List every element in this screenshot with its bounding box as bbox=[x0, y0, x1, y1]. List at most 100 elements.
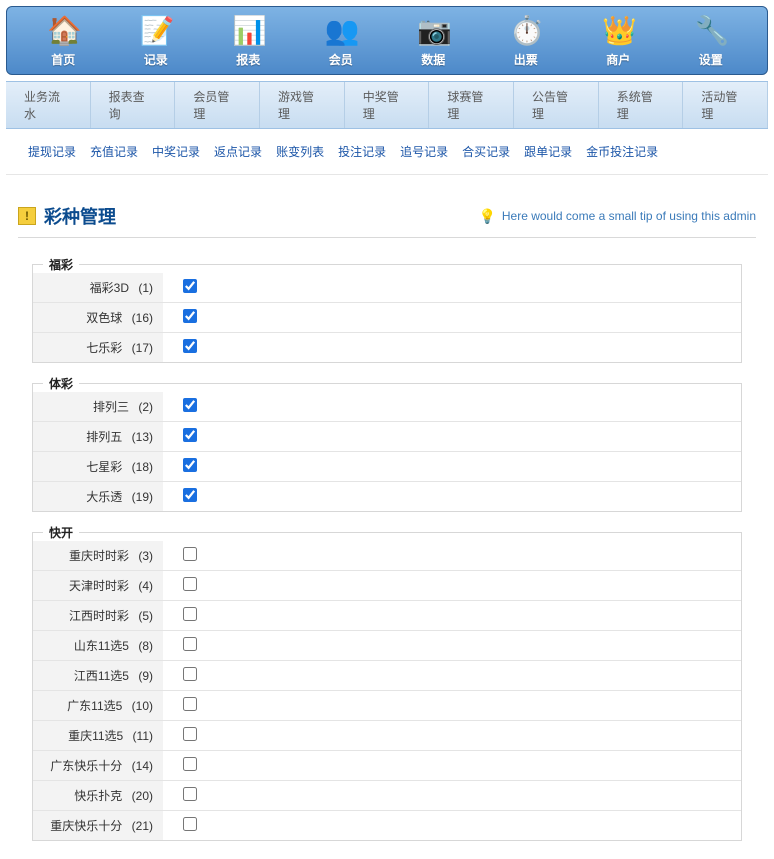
submenu-item-8[interactable]: 活动管理 bbox=[683, 82, 768, 128]
topnav-label: 报表 bbox=[236, 53, 260, 67]
subnav-link-7[interactable]: 合买记录 bbox=[462, 145, 510, 159]
lottery-row: 七星彩 (18) bbox=[33, 451, 741, 481]
topnav-item-2[interactable]: 📊报表 bbox=[208, 15, 288, 68]
lottery-row: 重庆时时彩 (3) bbox=[33, 541, 741, 570]
lottery-checkbox[interactable] bbox=[183, 787, 197, 801]
page-header: ! 彩种管理 💡 Here would come a small tip of … bbox=[18, 203, 756, 229]
lottery-row: 七乐彩 (17) bbox=[33, 332, 741, 362]
lottery-checkbox[interactable] bbox=[183, 488, 197, 502]
submenu-item-6[interactable]: 公告管理 bbox=[514, 82, 599, 128]
subnav-link-2[interactable]: 中奖记录 bbox=[152, 145, 200, 159]
lottery-checkbox[interactable] bbox=[183, 817, 197, 831]
topnav-item-5[interactable]: ⏱️出票 bbox=[486, 15, 566, 68]
lottery-label: 大乐透 (19) bbox=[33, 482, 163, 511]
subnav-link-1[interactable]: 充值记录 bbox=[90, 145, 138, 159]
lottery-label: 排列三 (2) bbox=[33, 392, 163, 421]
topnav-icon: 🔧 bbox=[695, 15, 727, 47]
topnav-icon: ⏱️ bbox=[510, 15, 542, 47]
lottery-label: 重庆时时彩 (3) bbox=[33, 541, 163, 570]
topnav-item-1[interactable]: 📝记录 bbox=[116, 15, 196, 68]
topnav-label: 数据 bbox=[421, 53, 445, 67]
topnav-icon: 👑 bbox=[602, 15, 634, 47]
topnav-item-3[interactable]: 👥会员 bbox=[301, 15, 381, 68]
submenu-bar: 业务流水报表查询会员管理游戏管理中奖管理球赛管理公告管理系统管理活动管理 bbox=[6, 81, 768, 129]
lottery-checkbox[interactable] bbox=[183, 309, 197, 323]
lottery-control bbox=[163, 484, 741, 509]
lottery-row: 广东11选5 (10) bbox=[33, 690, 741, 720]
lottery-row: 重庆11选5 (11) bbox=[33, 720, 741, 750]
lottery-checkbox[interactable] bbox=[183, 458, 197, 472]
lottery-label: 重庆快乐十分 (21) bbox=[33, 811, 163, 840]
lottery-control bbox=[163, 275, 741, 300]
submenu-item-5[interactable]: 球赛管理 bbox=[429, 82, 514, 128]
subnav-link-5[interactable]: 投注记录 bbox=[338, 145, 386, 159]
topnav-label: 会员 bbox=[329, 53, 353, 67]
lottery-checkbox[interactable] bbox=[183, 607, 197, 621]
subnav-link-0[interactable]: 提现记录 bbox=[28, 145, 76, 159]
lottery-control bbox=[163, 723, 741, 748]
lottery-control bbox=[163, 753, 741, 778]
lottery-checkbox[interactable] bbox=[183, 339, 197, 353]
submenu-item-2[interactable]: 会员管理 bbox=[175, 82, 260, 128]
lottery-label: 重庆11选5 (11) bbox=[33, 721, 163, 750]
warning-icon: ! bbox=[18, 207, 36, 225]
lottery-checkbox[interactable] bbox=[183, 547, 197, 561]
lottery-label: 七乐彩 (17) bbox=[33, 333, 163, 362]
submenu-item-0[interactable]: 业务流水 bbox=[6, 82, 91, 128]
lottery-control bbox=[163, 335, 741, 360]
links-row: 提现记录充值记录中奖记录返点记录账变列表投注记录追号记录合买记录跟单记录金币投注… bbox=[6, 129, 768, 175]
lottery-row: 排列五 (13) bbox=[33, 421, 741, 451]
group-1: 体彩排列三 (2)排列五 (13)七星彩 (18)大乐透 (19) bbox=[32, 375, 742, 512]
lottery-row: 快乐扑克 (20) bbox=[33, 780, 741, 810]
group-0: 福彩福彩3D (1)双色球 (16)七乐彩 (17) bbox=[32, 256, 742, 363]
topnav-icon: 📷 bbox=[417, 15, 449, 47]
lottery-control bbox=[163, 783, 741, 808]
topnav-item-0[interactable]: 🏠首页 bbox=[23, 15, 103, 68]
tip-label: Here would come a small tip of using thi… bbox=[502, 209, 756, 223]
lottery-checkbox[interactable] bbox=[183, 637, 197, 651]
lottery-control bbox=[163, 424, 741, 449]
topnav-label: 设置 bbox=[699, 53, 723, 67]
submenu-item-4[interactable]: 中奖管理 bbox=[345, 82, 430, 128]
divider bbox=[18, 237, 756, 238]
lottery-checkbox[interactable] bbox=[183, 667, 197, 681]
lottery-label: 山东11选5 (8) bbox=[33, 631, 163, 660]
lottery-row: 排列三 (2) bbox=[33, 392, 741, 421]
lottery-control bbox=[163, 603, 741, 628]
lottery-control bbox=[163, 305, 741, 330]
topnav-label: 首页 bbox=[51, 53, 75, 67]
subnav-link-6[interactable]: 追号记录 bbox=[400, 145, 448, 159]
submenu-item-3[interactable]: 游戏管理 bbox=[260, 82, 345, 128]
lottery-control bbox=[163, 394, 741, 419]
subnav-link-9[interactable]: 金币投注记录 bbox=[586, 145, 658, 159]
lottery-checkbox[interactable] bbox=[183, 577, 197, 591]
lottery-checkbox[interactable] bbox=[183, 398, 197, 412]
lottery-row: 重庆快乐十分 (21) bbox=[33, 810, 741, 840]
lottery-control bbox=[163, 454, 741, 479]
topnav-item-7[interactable]: 🔧 设置 bbox=[671, 15, 751, 68]
lottery-row: 大乐透 (19) bbox=[33, 481, 741, 511]
submenu-item-1[interactable]: 报表查询 bbox=[91, 82, 176, 128]
lottery-checkbox[interactable] bbox=[183, 727, 197, 741]
topnav-label: 商户 bbox=[606, 53, 630, 67]
group-title: 快开 bbox=[43, 524, 79, 541]
topnav-label: 记录 bbox=[144, 53, 168, 67]
lottery-row: 江西11选5 (9) bbox=[33, 660, 741, 690]
lottery-groups: 福彩福彩3D (1)双色球 (16)七乐彩 (17) 体彩排列三 (2)排列五 (… bbox=[32, 256, 742, 841]
top-navbar: 🏠首页📝记录📊报表👥会员 📷 数据 ⏱️出票 👑 商户 🔧 设置 bbox=[6, 6, 768, 75]
lottery-control bbox=[163, 543, 741, 568]
topnav-item-6[interactable]: 👑 商户 bbox=[578, 15, 658, 68]
subnav-link-3[interactable]: 返点记录 bbox=[214, 145, 262, 159]
lottery-label: 七星彩 (18) bbox=[33, 452, 163, 481]
lottery-checkbox[interactable] bbox=[183, 697, 197, 711]
subnav-link-4[interactable]: 账变列表 bbox=[276, 145, 324, 159]
lottery-row: 双色球 (16) bbox=[33, 302, 741, 332]
group-title: 体彩 bbox=[43, 375, 79, 392]
lottery-checkbox[interactable] bbox=[183, 428, 197, 442]
lottery-label: 快乐扑克 (20) bbox=[33, 781, 163, 810]
lottery-checkbox[interactable] bbox=[183, 279, 197, 293]
submenu-item-7[interactable]: 系统管理 bbox=[599, 82, 684, 128]
lottery-checkbox[interactable] bbox=[183, 757, 197, 771]
subnav-link-8[interactable]: 跟单记录 bbox=[524, 145, 572, 159]
topnav-item-4[interactable]: 📷 数据 bbox=[393, 15, 473, 68]
